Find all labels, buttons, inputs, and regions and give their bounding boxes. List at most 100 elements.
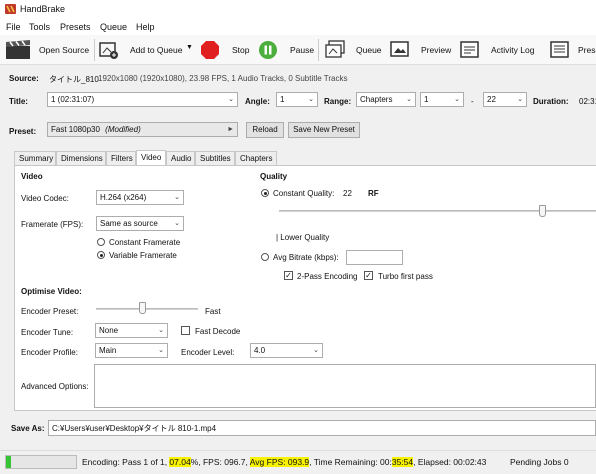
menu-bar: File Tools Presets Queue Help [0, 18, 596, 35]
title-label: Title: [9, 97, 28, 106]
open-source-label: Open Source [39, 45, 90, 55]
chevron-down-icon: ⌄ [174, 194, 180, 201]
framerate-dropdown[interactable]: Same as source ⌄ [96, 216, 184, 231]
status-fps: %, FPS: 096.7, [190, 457, 250, 467]
range-end-value: 22 [487, 95, 496, 104]
encoding-status-text: Encoding: Pass 1 of 1, 07.04%, FPS: 096.… [82, 457, 486, 467]
activity-log-icon [460, 41, 479, 58]
video-codec-dropdown[interactable]: H.264 (x264) ⌄ [96, 190, 184, 205]
optimise-section-title: Optimise Video: [21, 287, 82, 296]
preview-icon [390, 41, 409, 57]
toolbar-separator [318, 39, 319, 61]
encode-progress-bar [5, 455, 77, 469]
chevron-down-icon[interactable]: ▼ [186, 44, 193, 51]
menu-file[interactable]: File [6, 22, 21, 32]
chevron-down-icon: ⌄ [454, 96, 460, 103]
encoder-profile-dropdown[interactable]: Main ⌄ [95, 343, 168, 358]
preset-slider-thumb[interactable] [138, 302, 146, 314]
variable-framerate-label: Variable Framerate [109, 251, 177, 260]
chevron-down-icon: ⌄ [228, 96, 234, 103]
add-queue-icon [99, 42, 118, 59]
save-as-label: Save As: [11, 424, 45, 433]
variable-framerate-radio[interactable] [97, 251, 105, 259]
turbo-first-pass-checkbox[interactable]: ✓ [364, 271, 373, 280]
title-dropdown[interactable]: 1 (02:31:07) ⌄ [47, 92, 238, 107]
constant-quality-label: Constant Quality: [273, 189, 335, 198]
cq-slider-track [279, 210, 596, 212]
angle-value: 1 [280, 95, 285, 104]
queue-label: Queue [356, 45, 382, 55]
chevron-down-icon: ⌄ [406, 96, 412, 103]
pause-label: Pause [290, 45, 315, 55]
constant-framerate-radio[interactable] [97, 238, 105, 246]
two-pass-checkbox[interactable]: ✓ [284, 271, 293, 280]
tab-audio[interactable]: Audio [166, 151, 195, 165]
preview-label: Preview [421, 45, 452, 55]
duration-value: 02:31 [579, 97, 596, 106]
encoder-tune-value: None [99, 326, 119, 335]
tab-filters[interactable]: Filters [106, 151, 136, 165]
chevron-down-icon: ⌄ [158, 347, 164, 354]
stop-label: Stop [232, 45, 250, 55]
activity-log-label: Activity Log [491, 45, 535, 55]
preset-label: Preset: [9, 127, 37, 136]
save-new-preset-button[interactable]: Save New Preset [288, 122, 360, 138]
turbo-first-pass-label: Turbo first pass [378, 272, 433, 281]
framerate-value: Same as source [100, 219, 158, 228]
encoder-tune-dropdown[interactable]: None ⌄ [95, 323, 168, 338]
avg-bitrate-radio[interactable] [261, 253, 269, 261]
source-info: 1920x1080 (1920x1080), 23.98 FPS, 1 Audi… [98, 74, 348, 83]
encode-progress-fill [6, 456, 11, 468]
title-value: 1 (02:31:07) [51, 95, 95, 104]
tab-chapters[interactable]: Chapters [235, 151, 277, 165]
film-clapper-icon [6, 40, 30, 59]
cq-slider-thumb[interactable] [539, 205, 547, 217]
status-remaining-time: 35:54 [391, 457, 414, 467]
toolbar: Open Source Add to Queue ▼ Stop Pause Qu… [0, 35, 596, 65]
avg-bitrate-input[interactable] [346, 250, 403, 265]
encoder-level-label: Encoder Level: [181, 348, 235, 357]
chevron-right-icon: ► [227, 126, 234, 133]
pending-jobs: Pending Jobs 0 [510, 457, 569, 467]
status-avg-fps: Avg FPS: 093.9 [249, 457, 310, 467]
status-percent: 07.04 [169, 457, 191, 467]
menu-help[interactable]: Help [136, 22, 155, 32]
chevron-down-icon: ⌄ [174, 220, 180, 227]
range-end-dropdown[interactable]: 22 ⌄ [483, 92, 527, 107]
range-start-dropdown[interactable]: 1 ⌄ [420, 92, 464, 107]
title-bar: HandBrake [0, 0, 596, 18]
preset-selector[interactable]: Fast 1080p30 (Modified) ► [47, 122, 238, 137]
range-value: Chapters [360, 95, 393, 104]
source-name: タイトル_810 [49, 75, 99, 84]
encoder-level-dropdown[interactable]: 4.0 ⌄ [250, 343, 323, 358]
encoder-preset-value: Fast [205, 307, 221, 316]
rf-unit: RF [368, 189, 379, 198]
tab-summary[interactable]: Summary [14, 151, 56, 165]
status-prefix: Encoding: Pass 1 of 1, [82, 457, 170, 467]
angle-dropdown[interactable]: 1 ⌄ [276, 92, 318, 107]
preset-slider-track [96, 308, 198, 310]
status-elapsed: , Elapsed: 00:02:43 [413, 457, 487, 467]
constant-quality-radio[interactable] [261, 189, 269, 197]
encoder-profile-label: Encoder Profile: [21, 348, 78, 357]
menu-presets[interactable]: Presets [60, 22, 91, 32]
preset-value: Fast 1080p30 [51, 125, 100, 134]
fast-decode-checkbox[interactable] [181, 326, 190, 335]
constant-framerate-label: Constant Framerate [109, 238, 181, 247]
chevron-down-icon: ⌄ [313, 347, 319, 354]
stop-icon [201, 41, 219, 59]
fast-decode-label: Fast Decode [195, 327, 241, 336]
reload-button[interactable]: Reload [246, 122, 284, 138]
menu-tools[interactable]: Tools [29, 22, 50, 32]
advanced-options-textarea[interactable] [94, 364, 596, 408]
tab-video[interactable]: Video [136, 150, 166, 165]
chevron-down-icon: ⌄ [517, 96, 523, 103]
tab-dimensions[interactable]: Dimensions [56, 151, 106, 165]
save-as-path-input[interactable]: C:¥Users¥user¥Desktop¥タイトル 810-1.mp4 [48, 420, 596, 436]
presets-label: Prese [578, 45, 596, 55]
range-dropdown[interactable]: Chapters ⌄ [356, 92, 416, 107]
queue-icon [325, 40, 345, 58]
chevron-down-icon: ⌄ [158, 327, 164, 334]
tab-subtitles[interactable]: Subtitles [195, 151, 235, 165]
menu-queue[interactable]: Queue [100, 22, 127, 32]
